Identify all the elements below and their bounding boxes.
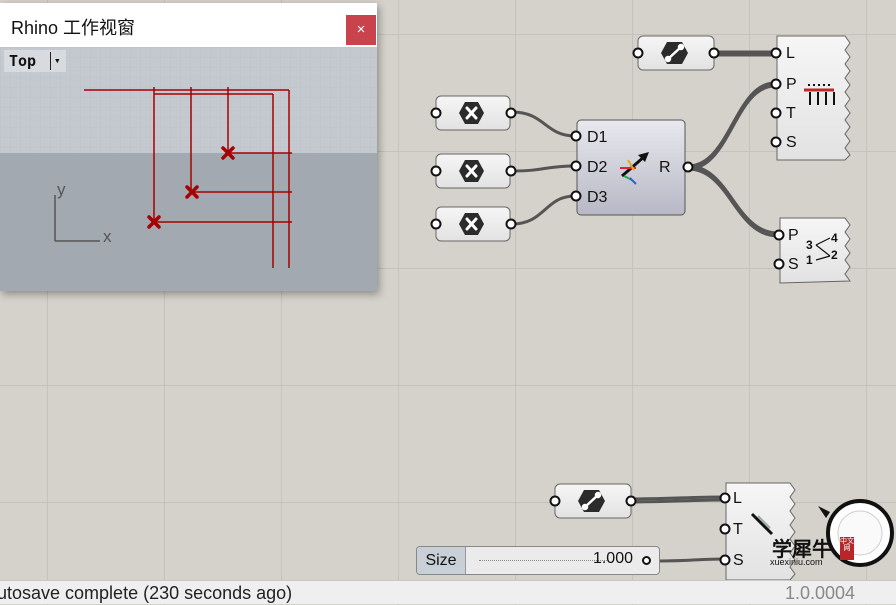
number-component-1[interactable]	[430, 95, 517, 131]
construct-domain-component[interactable]: D1 D2 D3 R	[570, 119, 694, 216]
svg-text:2: 2	[831, 248, 838, 262]
rhino-viewport-scene[interactable]: y x	[0, 47, 377, 291]
input-s: S	[786, 134, 797, 151]
status-bar: utosave complete (230 seconds ago) 1.0.0…	[0, 580, 896, 604]
output-r: R	[659, 159, 671, 176]
input-l: L	[733, 490, 742, 507]
input-d2: D2	[587, 159, 608, 176]
rhino-window-titlebar[interactable]: Rhino 工作视窗 ×	[0, 3, 377, 47]
watermark-badge: 中文网	[840, 537, 854, 560]
chevron-down-icon[interactable]: ▾	[50, 52, 61, 70]
input-t: T	[733, 521, 743, 538]
input-d3: D3	[587, 189, 608, 206]
input-p: P	[788, 227, 799, 244]
input-t: T	[786, 105, 796, 122]
number-component-3[interactable]	[430, 206, 517, 242]
input-s: S	[788, 256, 799, 273]
close-button[interactable]: ×	[346, 15, 376, 45]
input-p: P	[786, 76, 797, 93]
input-d1: D1	[587, 129, 608, 146]
slider-output-grip[interactable]	[642, 556, 651, 565]
size-slider[interactable]: Size 1.000	[416, 546, 660, 575]
viewport-name: Top	[9, 52, 37, 70]
svg-text:3: 3	[806, 238, 813, 252]
input-s: S	[733, 552, 744, 569]
rhino-window-title: Rhino 工作视窗	[11, 18, 136, 38]
viewport-name-tab[interactable]: Top ▾	[4, 50, 66, 72]
list-item-component-top[interactable]: L P T S	[770, 35, 851, 161]
input-l: L	[786, 45, 795, 62]
axis-y-label: y	[57, 180, 66, 199]
svg-text:1: 1	[806, 253, 813, 267]
curve-component-top[interactable]	[632, 35, 720, 71]
version-label: 1.0.0004	[785, 583, 856, 603]
watermark-url: xuexiniu.com	[770, 557, 823, 567]
axis-x-label: x	[103, 227, 112, 246]
svg-text:4: 4	[831, 231, 838, 245]
slider-label: Size	[417, 547, 466, 574]
watermark-logo: 学犀牛 xuexiniu.com 中文网	[768, 533, 856, 569]
sort-list-component[interactable]: P S 3 4 1 2	[773, 217, 851, 284]
number-component-2[interactable]	[430, 153, 517, 189]
rhino-viewport-window[interactable]: Rhino 工作视窗 × y x Top ▾	[0, 3, 377, 291]
curve-component-bottom[interactable]	[549, 483, 637, 519]
close-icon: ×	[356, 21, 366, 38]
slider-value: 1.000	[592, 550, 633, 567]
status-message: utosave complete (230 seconds ago)	[0, 583, 293, 603]
